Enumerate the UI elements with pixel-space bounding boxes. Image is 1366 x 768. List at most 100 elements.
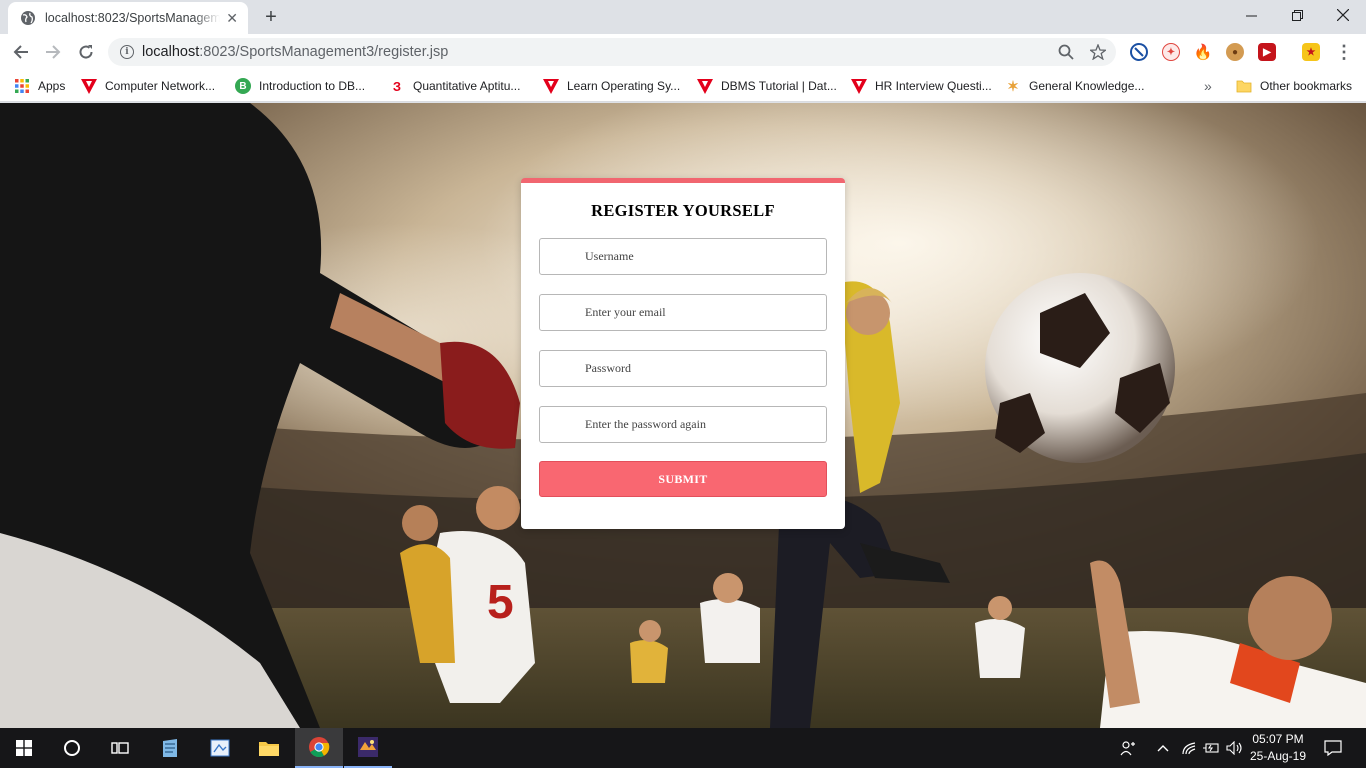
windows-logo-icon bbox=[16, 740, 32, 756]
confirm-password-field[interactable] bbox=[539, 406, 827, 443]
bookmark-apps[interactable]: Apps bbox=[14, 76, 65, 96]
taskbar-app-chrome[interactable] bbox=[295, 728, 343, 768]
tab-title: localhost:8023/SportsManagement3/registe… bbox=[45, 11, 220, 25]
email-field[interactable] bbox=[539, 294, 827, 331]
restore-icon bbox=[1291, 9, 1303, 21]
wifi-button[interactable] bbox=[1178, 728, 1200, 768]
restore-button[interactable] bbox=[1274, 0, 1320, 30]
person-icon: ✶ bbox=[1007, 77, 1019, 94]
browser-tab[interactable]: localhost:8023/SportsManagement3/registe… bbox=[8, 2, 248, 34]
volume-button[interactable] bbox=[1224, 728, 1246, 768]
red-3-icon: З bbox=[392, 78, 402, 94]
star-icon[interactable] bbox=[1090, 44, 1106, 60]
back-button[interactable] bbox=[7, 38, 35, 66]
tab-strip: localhost:8023/SportsManagement3/registe… bbox=[0, 0, 1366, 34]
search-button[interactable] bbox=[48, 728, 96, 768]
bookmark-item[interactable]: B Introduction to DB... bbox=[235, 76, 365, 96]
cortana-circle-icon bbox=[64, 740, 80, 756]
blocker-extension-icon[interactable] bbox=[1130, 43, 1148, 61]
taskbar-app-explorer[interactable] bbox=[245, 728, 293, 768]
bookmark-label: DBMS Tutorial | Dat... bbox=[721, 79, 837, 93]
bookmarks-overflow-button[interactable]: » bbox=[1204, 76, 1212, 96]
url-text[interactable]: localhost:8023/SportsManagement3/registe… bbox=[142, 44, 448, 60]
browser-toolbar: i localhost:8023/SportsManagement3/regis… bbox=[0, 34, 1366, 70]
bookmark-label: HR Interview Questi... bbox=[875, 79, 992, 93]
page-viewport: 5 REGISTER YOURSELF Username Enter your … bbox=[0, 103, 1366, 728]
reload-button[interactable] bbox=[72, 38, 100, 66]
task-view-button[interactable] bbox=[96, 728, 144, 768]
red-extension-icon[interactable]: ✦ bbox=[1162, 43, 1180, 61]
windows-taskbar: 05:07 PM 25-Aug-19 bbox=[0, 728, 1366, 768]
bookmark-label: General Knowledge... bbox=[1029, 79, 1145, 93]
task-view-icon bbox=[111, 742, 129, 754]
speaker-icon bbox=[1226, 741, 1242, 755]
taskbar-app-notepad[interactable] bbox=[146, 728, 194, 768]
username-field[interactable] bbox=[539, 238, 827, 275]
bookmark-label: Other bookmarks bbox=[1260, 79, 1353, 93]
red-triangle-icon bbox=[543, 78, 559, 94]
url-path: :8023/SportsManagement3/register.jsp bbox=[199, 44, 449, 60]
taskbar-app-paint[interactable] bbox=[196, 728, 244, 768]
start-button[interactable] bbox=[0, 728, 48, 768]
address-bar[interactable]: i localhost:8023/SportsManagement3/regis… bbox=[108, 38, 1116, 66]
apps-grid-icon bbox=[15, 79, 29, 93]
taskbar-app-game[interactable] bbox=[344, 728, 392, 768]
bookmark-item[interactable]: З Quantitative Aptitu... bbox=[389, 76, 520, 96]
overflow-chevron-icon: » bbox=[1204, 78, 1212, 94]
close-tab-icon[interactable]: ✕ bbox=[226, 10, 238, 27]
bookmark-item[interactable]: HR Interview Questi... bbox=[851, 76, 992, 96]
red-triangle-icon bbox=[851, 78, 867, 94]
chevron-up-icon bbox=[1157, 745, 1169, 752]
profile-avatar-icon[interactable]: ★ bbox=[1302, 43, 1320, 61]
bookmark-label: Learn Operating Sy... bbox=[567, 79, 681, 93]
people-button[interactable] bbox=[1116, 728, 1140, 768]
battery-charging-icon bbox=[1203, 743, 1219, 753]
password-field[interactable] bbox=[539, 350, 827, 387]
close-icon bbox=[1337, 9, 1349, 21]
other-bookmarks[interactable]: Other bookmarks bbox=[1236, 76, 1352, 96]
bookmark-item[interactable]: ✶ General Knowledge... bbox=[1005, 76, 1144, 96]
bookmarks-bar: Apps Computer Network... B Introduction t… bbox=[0, 70, 1366, 102]
menu-button[interactable]: ⋮ bbox=[1330, 38, 1358, 66]
bookmark-label: Computer Network... bbox=[105, 79, 216, 93]
close-window-button[interactable] bbox=[1320, 0, 1366, 30]
bookmark-label: Apps bbox=[38, 79, 66, 93]
register-form: REGISTER YOURSELF SUBMIT bbox=[521, 178, 845, 529]
video-extension-icon[interactable]: ▶ bbox=[1258, 43, 1276, 61]
cookie-extension-icon[interactable]: ● bbox=[1226, 43, 1244, 61]
username-input[interactable] bbox=[540, 239, 826, 274]
bookmark-item[interactable]: Learn Operating Sy... bbox=[543, 76, 680, 96]
email-input[interactable] bbox=[540, 295, 826, 330]
info-icon[interactable]: i bbox=[120, 45, 134, 59]
people-icon bbox=[1120, 741, 1135, 756]
svg-text:5: 5 bbox=[487, 576, 514, 629]
notification-icon bbox=[1324, 740, 1342, 756]
confirm-password-input[interactable] bbox=[540, 407, 826, 442]
minimize-button[interactable] bbox=[1228, 0, 1274, 30]
password-input[interactable] bbox=[540, 351, 826, 386]
clock-time: 05:07 PM bbox=[1252, 732, 1304, 746]
paint-icon bbox=[210, 739, 230, 757]
clock[interactable]: 05:07 PM 25-Aug-19 bbox=[1246, 731, 1310, 765]
folder-icon bbox=[1236, 80, 1252, 93]
slash-icon bbox=[1134, 47, 1144, 57]
arrow-left-icon bbox=[13, 45, 28, 59]
bookmark-item[interactable]: DBMS Tutorial | Dat... bbox=[697, 76, 837, 96]
forward-button[interactable] bbox=[39, 38, 67, 66]
new-tab-button[interactable]: + bbox=[258, 4, 284, 30]
action-center-button[interactable] bbox=[1318, 728, 1348, 768]
game-app-icon bbox=[358, 737, 378, 757]
form-title: REGISTER YOURSELF bbox=[591, 201, 775, 220]
reload-icon bbox=[79, 45, 93, 59]
zoom-icon[interactable] bbox=[1058, 44, 1074, 60]
show-hidden-icons-button[interactable] bbox=[1152, 728, 1174, 768]
bookmark-item[interactable]: Computer Network... bbox=[81, 76, 215, 96]
red-triangle-icon bbox=[81, 78, 97, 94]
bookmark-label: Introduction to DB... bbox=[259, 79, 366, 93]
globe-icon bbox=[21, 11, 35, 25]
kebab-menu-icon: ⋮ bbox=[1335, 41, 1353, 62]
submit-button[interactable]: SUBMIT bbox=[539, 461, 827, 497]
red-triangle-icon bbox=[697, 78, 713, 94]
fire-extension-icon[interactable]: 🔥 bbox=[1194, 43, 1213, 61]
battery-button[interactable] bbox=[1200, 728, 1222, 768]
